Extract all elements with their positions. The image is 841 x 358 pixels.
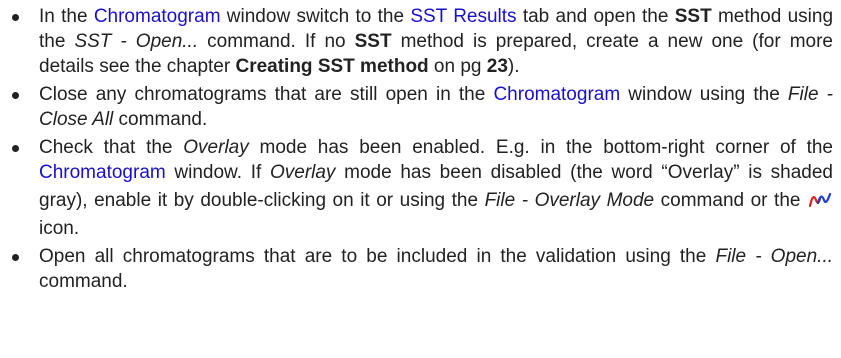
sst-results-link[interactable]: SST Results	[410, 6, 516, 27]
text: command or the	[654, 190, 807, 211]
text: command.	[39, 271, 128, 292]
text: command.	[113, 109, 208, 130]
bullet-icon	[12, 254, 19, 261]
text: tab and open the	[516, 6, 675, 27]
command-name: File - Open...	[715, 246, 833, 267]
text: icon.	[39, 218, 80, 239]
list-item-overlay-mode: Check that the Overlay mode has been ena…	[0, 135, 833, 241]
text: ).	[507, 56, 520, 77]
overlay-mode-icon	[808, 191, 832, 216]
text: Check that the	[39, 137, 184, 158]
text: command. If no	[198, 31, 355, 52]
text: Close any chromatograms that are still o…	[39, 84, 494, 105]
text: window. If	[165, 162, 270, 183]
list-item-close-chromatograms: Close any chromatograms that are still o…	[0, 82, 833, 132]
text: mode has been enabled. E.g. in the botto…	[248, 137, 834, 158]
command-name: SST - Open...	[74, 31, 199, 52]
command-name: File - Overlay Mode	[484, 190, 655, 211]
instruction-list: In the Chromatogram window switch to the…	[0, 0, 841, 294]
sst-term: SST	[674, 6, 712, 27]
bullet-icon	[12, 145, 19, 152]
chromatogram-link[interactable]: Chromatogram	[39, 162, 166, 183]
bullet-icon	[12, 14, 19, 21]
text: window using the	[620, 84, 788, 105]
list-item-open-chromatograms: Open all chromatograms that are to be in…	[0, 244, 833, 294]
text: on pg	[428, 56, 487, 77]
list-item-open-sst-method: In the Chromatogram window switch to the…	[0, 4, 833, 79]
overlay-term: Overlay	[269, 162, 336, 183]
sst-term: SST	[354, 31, 392, 52]
overlay-term: Overlay	[183, 137, 249, 158]
page-reference: 23	[486, 56, 508, 77]
text: Open all chromatograms that are to be in…	[39, 246, 716, 267]
chromatogram-link[interactable]: Chromatogram	[493, 84, 620, 105]
chromatogram-link[interactable]: Chromatogram	[94, 6, 221, 27]
text: In the	[39, 6, 94, 27]
bullet-icon	[12, 92, 19, 99]
text: window switch to the	[220, 6, 411, 27]
chapter-reference: Creating SST method	[235, 56, 429, 77]
